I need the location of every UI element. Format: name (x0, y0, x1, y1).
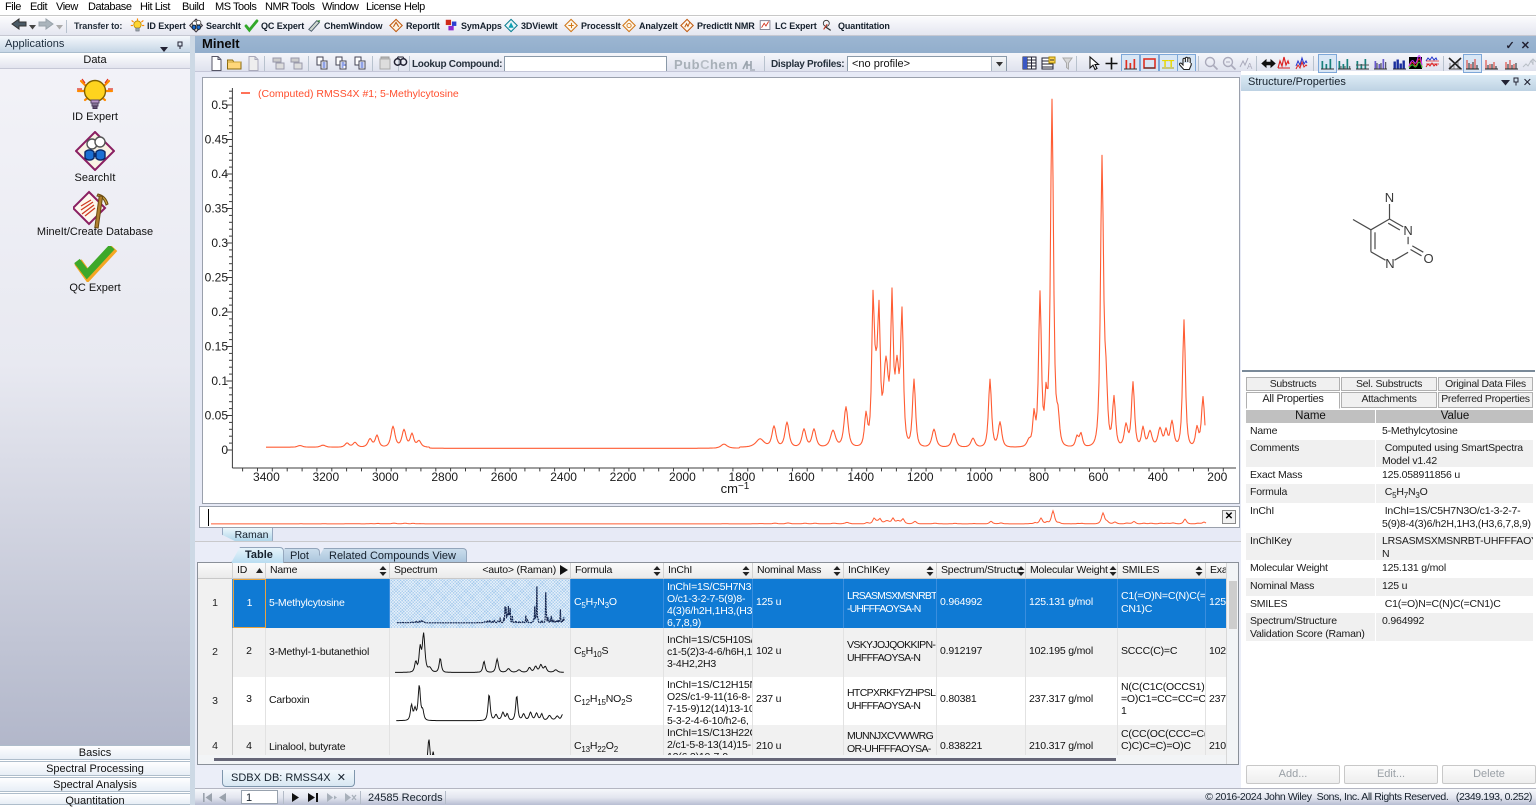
svg-text:cm−1: cm−1 (721, 481, 750, 496)
svg-text:A: A (1247, 62, 1253, 71)
svg-text:400: 400 (1148, 470, 1168, 484)
svg-text:800: 800 (1029, 470, 1049, 484)
svg-text:0.5: 0.5 (211, 98, 228, 112)
svg-text:2800: 2800 (431, 470, 458, 484)
svg-text:2400: 2400 (550, 470, 577, 484)
svg-text:0.35: 0.35 (205, 202, 229, 216)
svg-text:0.45: 0.45 (205, 133, 229, 147)
svg-text:0.25: 0.25 (205, 271, 229, 285)
svg-text:0: 0 (221, 443, 228, 457)
svg-text:1200: 1200 (907, 470, 934, 484)
svg-text:0.05: 0.05 (205, 409, 229, 423)
svg-text:O: O (1423, 251, 1433, 266)
svg-text:0.2: 0.2 (211, 305, 228, 319)
svg-text:1400: 1400 (847, 470, 874, 484)
svg-text:N: N (1403, 223, 1412, 238)
svg-text:1000: 1000 (966, 470, 993, 484)
svg-text:200: 200 (1207, 470, 1227, 484)
svg-text:1600: 1600 (788, 470, 815, 484)
svg-text:N: N (1385, 256, 1394, 271)
svg-text:0.4: 0.4 (211, 167, 228, 181)
svg-text:0.15: 0.15 (205, 340, 229, 354)
svg-text:3200: 3200 (312, 470, 339, 484)
svg-text:2600: 2600 (491, 470, 518, 484)
svg-text:0.3: 0.3 (211, 236, 228, 250)
svg-text:3000: 3000 (372, 470, 399, 484)
svg-text:N: N (1385, 190, 1394, 205)
svg-text:600: 600 (1088, 470, 1108, 484)
svg-text:(Computed) RMSS4X #1; 5-Methyl: (Computed) RMSS4X #1; 5-Methylcytosine (258, 88, 459, 100)
svg-text:2200: 2200 (610, 470, 637, 484)
svg-text:0.1: 0.1 (211, 374, 228, 388)
svg-text:2000: 2000 (669, 470, 696, 484)
svg-text:3400: 3400 (253, 470, 280, 484)
